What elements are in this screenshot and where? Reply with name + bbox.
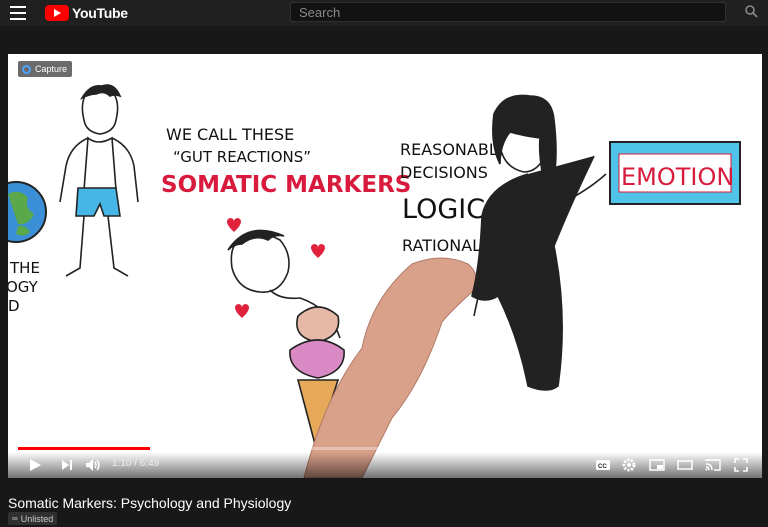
search-button[interactable] [728,2,768,22]
capture-label: Capture [35,64,68,74]
video-player[interactable]: THE OGY D WE CALL THESE “GUT REACTIONS” … [8,54,762,478]
svg-text:CC: CC [598,464,607,470]
visibility-label: Unlisted [20,513,54,524]
youtube-play-icon [45,5,69,21]
settings-icon[interactable] [620,456,638,474]
video-title: Somatic Markers: Psychology and Physiolo… [8,495,292,511]
progress-played [18,447,151,450]
left-text-line-3: D [8,297,20,315]
unlisted-badge: ∞ Unlisted [8,512,58,525]
art-decisions: DECISIONS [400,163,488,182]
art-reasonable: REASONABLE [400,140,508,159]
top-bar: YouTube [0,0,768,26]
art-logic: LOGIC [402,194,485,225]
volume-icon[interactable] [84,456,102,474]
play-icon[interactable] [26,456,44,474]
art-somatic-markers: SOMATIC MARKERS [161,172,411,198]
youtube-logo[interactable]: YouTube [45,4,128,22]
art-rational: RATIONAL [402,236,481,255]
logo-text: YouTube [72,5,128,21]
progress-bar[interactable] [18,447,752,450]
link-icon: ∞ [12,514,18,523]
capture-icon [22,64,31,74]
player-controls: 1:10 / 6:49 CC [8,452,762,478]
cast-icon[interactable] [704,456,722,474]
search-input[interactable] [291,3,725,21]
left-text-line-1: THE [9,259,40,277]
search-box[interactable] [290,2,726,22]
captions-icon[interactable]: CC [594,456,612,474]
video-frame-illustration: THE OGY D WE CALL THESE “GUT REACTIONS” … [8,54,762,478]
art-emotion: EMOTION [621,163,734,191]
theater-mode-icon[interactable] [676,456,694,474]
fullscreen-icon[interactable] [732,456,750,474]
miniplayer-icon[interactable] [648,456,666,474]
art-gut-reactions: “GUT REACTIONS” [173,148,311,166]
next-icon[interactable] [58,456,76,474]
search-icon [745,5,758,18]
time-display: 1:10 / 6:49 [112,458,160,469]
art-we-call: WE CALL THESE [166,125,294,144]
menu-icon[interactable] [10,6,26,20]
capture-badge: Capture [18,61,73,77]
left-text-line-2: OGY [8,278,39,296]
